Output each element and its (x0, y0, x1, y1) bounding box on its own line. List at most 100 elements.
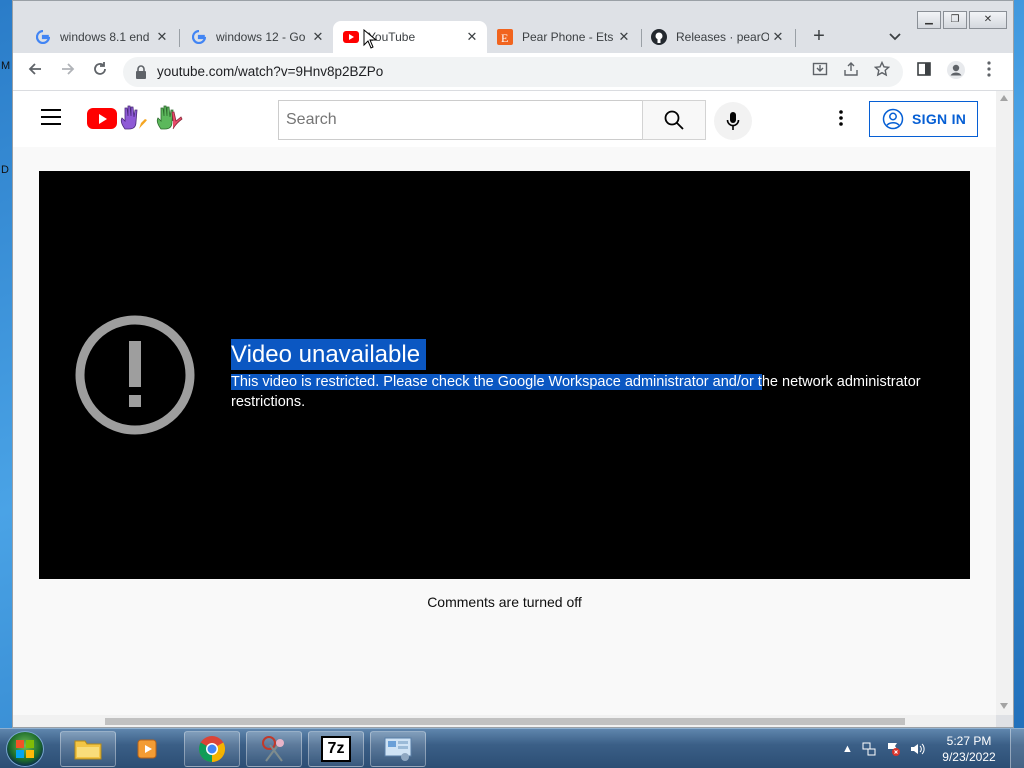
github-icon (651, 29, 667, 45)
tab-windows-8-1[interactable]: windows 8.1 end ✕ (25, 21, 177, 53)
chevron-down-icon (889, 33, 901, 41)
start-button[interactable] (6, 731, 44, 767)
voice-search-button[interactable] (714, 102, 752, 140)
7zip-icon: 7z (321, 736, 351, 762)
back-button[interactable] (23, 60, 47, 84)
taskbar: 7z ▲ 5:27 PM 9/23/2022 (0, 728, 1024, 768)
tab-windows-12[interactable]: windows 12 - Go ✕ (181, 21, 333, 53)
profile-icon (947, 61, 965, 79)
restore-button[interactable]: ❐ (943, 11, 967, 29)
tab-separator (795, 29, 796, 47)
arrow-left-icon (28, 63, 41, 75)
error-message-selected: This video is restricted. Please check t… (231, 374, 762, 390)
scrollbar-thumb[interactable] (105, 718, 905, 725)
minimize-button[interactable]: ▁ (917, 11, 941, 29)
mouse-cursor-icon (363, 29, 377, 49)
search-input[interactable] (279, 101, 642, 139)
sign-in-button[interactable]: SIGN IN (869, 101, 978, 137)
youtube-logo[interactable] (87, 108, 117, 129)
settings-menu-button[interactable] (829, 106, 853, 130)
microphone-icon (726, 112, 740, 130)
desktop-icon-label: D (1, 164, 9, 176)
reload-icon (94, 62, 106, 75)
exclamation-circle-icon (75, 315, 195, 435)
share-icon[interactable] (839, 60, 863, 84)
video-player[interactable]: Video unavailable This video is restrict… (39, 171, 970, 579)
forward-button[interactable] (56, 60, 80, 84)
tab-title: YouTube (368, 30, 416, 44)
tab-title: windows 8.1 end (60, 30, 150, 44)
browser-window: windows 8.1 end ✕ windows 12 - Go ✕ YouT… (12, 0, 1014, 728)
close-icon[interactable]: ✕ (309, 29, 327, 45)
taskbar-explorer[interactable] (60, 731, 116, 767)
new-tab-button[interactable]: + (807, 25, 831, 49)
url-text: youtube.com/watch?v=9Hnv8p2BZPo (157, 64, 384, 79)
tab-title: Releases · pearO (676, 30, 769, 44)
browser-toolbar: youtube.com/watch?v=9Hnv8p2BZPo (13, 53, 1013, 91)
desktop-icon-label: M (1, 60, 11, 72)
system-tray: ▲ (842, 737, 925, 761)
network-icon[interactable] (861, 741, 877, 757)
tab-releases[interactable]: Releases · pearO ✕ (641, 21, 793, 53)
profile-button[interactable] (944, 60, 968, 84)
tab-strip: windows 8.1 end ✕ windows 12 - Go ✕ YouT… (13, 1, 1013, 53)
taskbar-chrome[interactable] (184, 731, 240, 767)
close-window-button[interactable]: ✕ (969, 11, 1007, 29)
windows-logo-icon (16, 740, 34, 758)
taskbar-media-player[interactable] (120, 731, 176, 767)
search-button[interactable] (642, 100, 706, 140)
browser-menu-button[interactable] (977, 60, 1001, 84)
comments-status: Comments are turned off (427, 594, 582, 610)
more-vertical-icon (987, 61, 991, 77)
menu-icon[interactable] (41, 109, 61, 127)
youtube-page: SIGN IN Video unavailable This video is … (13, 91, 996, 715)
tab-title: Pear Phone - Ets (522, 30, 614, 44)
address-bar[interactable]: youtube.com/watch?v=9Hnv8p2BZPo (123, 57, 903, 87)
taskbar-7zip[interactable]: 7z (308, 731, 364, 767)
taskbar-control-panel[interactable] (370, 731, 426, 767)
arrow-right-icon (62, 63, 75, 75)
desktop-edge: M D (0, 0, 12, 728)
close-icon: ✕ (983, 14, 993, 25)
restore-icon: ❐ (950, 14, 960, 25)
close-icon[interactable]: ✕ (153, 29, 171, 45)
player-error: Video unavailable This video is restrict… (231, 339, 941, 412)
clock-time: 5:27 PM (946, 734, 992, 748)
close-icon[interactable]: ✕ (615, 29, 633, 45)
snipping-tool-icon (262, 736, 284, 762)
system-clock[interactable]: 5:27 PM 9/23/2022 (934, 733, 1004, 765)
youtube-icon (343, 29, 359, 45)
tab-title: windows 12 - Go (216, 30, 306, 44)
action-center-flag-icon[interactable] (885, 741, 901, 757)
media-player-icon (137, 739, 157, 759)
etsy-icon: E (497, 29, 513, 45)
side-panel-button[interactable] (912, 60, 936, 84)
search-field[interactable] (278, 100, 642, 140)
volume-icon[interactable] (909, 741, 925, 757)
tab-youtube[interactable]: YouTube ✕ (333, 21, 487, 53)
close-icon[interactable]: ✕ (769, 29, 787, 45)
control-panel-icon (384, 737, 412, 761)
svg-text:E: E (501, 31, 508, 45)
close-icon[interactable]: ✕ (463, 29, 481, 45)
lock-icon (136, 65, 146, 79)
more-vertical-icon (839, 110, 843, 126)
error-message: This video is restricted. Please check t… (231, 372, 941, 412)
horizontal-scrollbar[interactable] (13, 715, 996, 727)
google-icon (191, 29, 207, 45)
7zip-label: 7z (327, 740, 345, 757)
tab-separator (179, 29, 180, 47)
taskbar-snipping-tool[interactable] (246, 731, 302, 767)
tab-search-button[interactable] (883, 25, 907, 49)
show-desktop-button[interactable] (1010, 729, 1024, 768)
chevron-up-icon[interactable]: ▲ (842, 743, 853, 755)
tab-pear-phone[interactable]: E Pear Phone - Ets ✕ (487, 21, 639, 53)
reload-button[interactable] (88, 60, 112, 84)
install-icon[interactable] (808, 60, 832, 84)
error-title: Video unavailable (231, 339, 427, 370)
sign-in-label: SIGN IN (912, 111, 967, 127)
chrome-icon (198, 736, 226, 763)
star-icon[interactable] (870, 60, 894, 84)
vertical-scrollbar[interactable] (996, 91, 1013, 715)
folder-icon (74, 740, 102, 760)
